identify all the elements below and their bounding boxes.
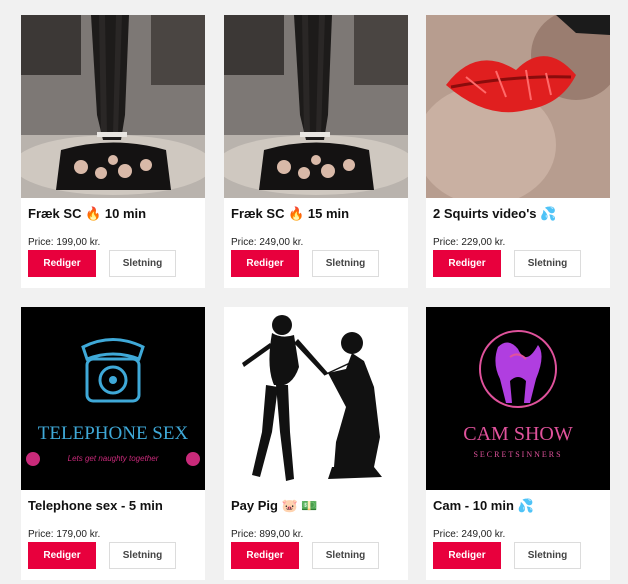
product-title: Telephone sex - 5 min [28, 498, 163, 513]
product-card: Pay Pig 🐷 💵 Price: 899,00 kr. Rediger Sl… [224, 307, 408, 580]
product-title: 2 Squirts video's 💦 [433, 206, 557, 221]
delete-button[interactable]: Sletning [514, 542, 581, 569]
edit-button[interactable]: Rediger [28, 250, 96, 277]
cam-show-headline: CAM SHOW [463, 423, 573, 445]
edit-button[interactable]: Rediger [231, 542, 299, 569]
delete-button[interactable]: Sletning [312, 542, 379, 569]
product-title: Pay Pig 🐷 💵 [231, 498, 318, 513]
product-price: Price: 179,00 kr. [28, 529, 101, 540]
product-card: Fræk SC 🔥 15 min Price: 249,00 kr. Redig… [224, 15, 408, 288]
edit-button[interactable]: Rediger [28, 542, 96, 569]
product-thumbnail[interactable] [224, 307, 408, 490]
delete-button[interactable]: Sletning [312, 250, 379, 277]
product-title: Cam - 10 min 💦 [433, 498, 534, 513]
edit-button[interactable]: Rediger [433, 250, 501, 277]
telephone-sex-tagline: Lets get naughty together [68, 454, 159, 463]
product-price: Price: 249,00 kr. [231, 237, 304, 248]
product-card: CAM SHOW SECRETSINNERS Cam - 10 min 💦 Pr… [426, 307, 610, 580]
product-price: Price: 899,00 kr. [231, 529, 304, 540]
product-card: Fræk SC 🔥 10 min Price: 199,00 kr. Redig… [21, 15, 205, 288]
delete-button[interactable]: Sletning [109, 250, 176, 277]
product-price: Price: 249,00 kr. [433, 529, 506, 540]
edit-button[interactable]: Rediger [231, 250, 299, 277]
product-thumbnail[interactable]: CAM SHOW SECRETSINNERS [426, 307, 610, 490]
product-title: Fræk SC 🔥 10 min [28, 206, 147, 221]
product-thumbnail[interactable] [224, 15, 408, 198]
product-price: Price: 199,00 kr. [28, 237, 101, 248]
product-thumbnail[interactable] [21, 15, 205, 198]
product-thumbnail[interactable] [426, 15, 610, 198]
telephone-sex-headline: TELEPHONE SEX [38, 423, 189, 444]
delete-button[interactable]: Sletning [109, 542, 176, 569]
product-card: 2 Squirts video's 💦 Price: 229,00 kr. Re… [426, 15, 610, 288]
cam-show-tagline: SECRETSINNERS [473, 450, 562, 459]
delete-button[interactable]: Sletning [514, 250, 581, 277]
product-thumbnail[interactable]: TELEPHONE SEX Lets get naughty together [21, 307, 205, 490]
edit-button[interactable]: Rediger [433, 542, 501, 569]
product-card: TELEPHONE SEX Lets get naughty together … [21, 307, 205, 580]
product-price: Price: 229,00 kr. [433, 237, 506, 248]
product-title: Fræk SC 🔥 15 min [231, 206, 350, 221]
